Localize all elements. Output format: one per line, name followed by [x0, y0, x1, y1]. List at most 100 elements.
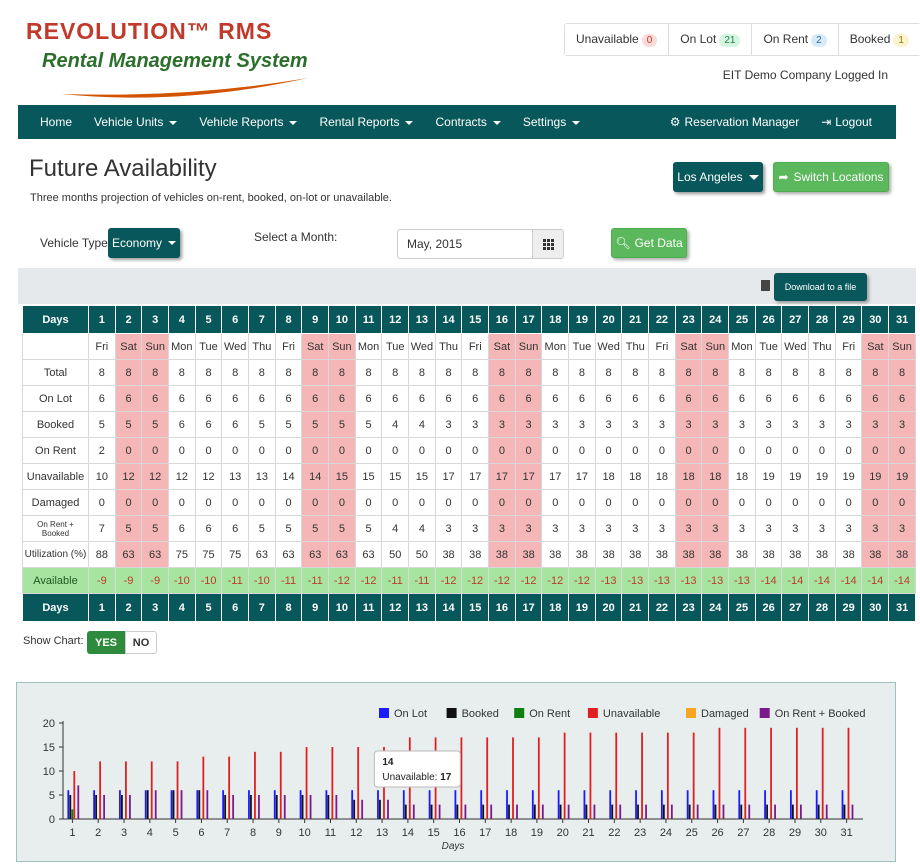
value-cell: 3 — [461, 515, 490, 542]
value-cell: 38 — [461, 541, 490, 568]
day-number-cell: 28 — [808, 593, 836, 622]
nav-vehicle-units[interactable]: Vehicle Units — [83, 115, 188, 129]
value-cell: 17 — [488, 463, 516, 490]
row-label-cell: On Rent + Booked — [22, 515, 89, 542]
month-label: Select a Month: — [254, 230, 338, 244]
nav-contracts[interactable]: Contracts — [424, 115, 511, 129]
bar-booked — [224, 795, 227, 819]
bar-unavailable — [641, 732, 643, 819]
value-cell: 8 — [408, 359, 436, 386]
day-number-cell: 12 — [381, 305, 410, 334]
value-cell: 8 — [434, 359, 463, 386]
nav-vehicle-units-label: Vehicle Units — [94, 115, 164, 129]
weekday-cell: Sat — [674, 333, 703, 360]
value-cell: 18 — [648, 463, 676, 490]
x-tick-label: 9 — [276, 827, 282, 839]
legend-label: Unavailable — [603, 708, 660, 720]
status-on-rent[interactable]: On Rent 2 — [752, 24, 839, 55]
get-data-label: Get Data — [634, 236, 683, 250]
bar-unavailable — [279, 751, 282, 819]
value-cell: 12 — [194, 463, 223, 490]
nav-rental-reports[interactable]: Rental Reports — [308, 115, 424, 129]
value-cell: 6 — [568, 385, 596, 412]
vehicle-type-dropdown[interactable]: Economy — [108, 228, 180, 258]
day-number-cell: 22 — [648, 593, 676, 622]
logout-icon: ⇥ — [821, 115, 832, 129]
show-chart-yes-toggle[interactable]: YES — [87, 631, 125, 654]
tooltip-label: Unavailable: 17 — [382, 772, 451, 783]
logged-in-text: EIT Demo Company Logged In — [722, 68, 888, 82]
value-cell: 3 — [568, 411, 596, 438]
value-cell: 38 — [861, 541, 890, 568]
value-cell: 38 — [648, 541, 676, 568]
nav-settings[interactable]: Settings — [512, 115, 591, 129]
bar-on-rent-booked — [309, 795, 312, 819]
bar-on-lot — [480, 790, 483, 819]
value-cell: 75 — [194, 541, 223, 568]
table-header-row: Days 1 2 3 4 5 6 7 8 9 10 11 12 13 14 15 16 17 18 19 20 21 22 2… — [22, 305, 916, 334]
value-cell: 6 — [354, 385, 383, 412]
tooltip-value: 17 — [440, 772, 452, 783]
status-unavailable[interactable]: Unavailable 0 — [565, 24, 670, 55]
x-tick-label: 6 — [198, 827, 204, 839]
value-cell: 38 — [594, 541, 623, 568]
available-value-cell: -12 — [541, 567, 570, 594]
nav-home[interactable]: Home — [18, 115, 83, 129]
value-cell: 5 — [141, 515, 170, 542]
bar-booked — [585, 804, 588, 819]
weekday-cell: Mon — [354, 333, 383, 360]
day-number-cell: 9 — [301, 593, 330, 622]
value-cell: 63 — [248, 541, 276, 568]
weekday-cell: Sat — [301, 333, 330, 360]
value-cell: 0 — [781, 437, 810, 464]
available-value-cell: -11 — [221, 567, 250, 594]
legend-label: On Lot — [394, 708, 427, 720]
value-cell: 0 — [621, 437, 650, 464]
x-tick-label: 12 — [350, 827, 362, 839]
table-row: Unavailable 10 12 12 12 12 13 13 14 14 15 15 15 15 17 1… — [22, 463, 916, 490]
available-value-cell: -12 — [568, 567, 596, 594]
day-number-cell: 6 — [221, 593, 250, 622]
nav-reservation-manager[interactable]: ⚙ Reservation Manager — [648, 115, 811, 129]
status-on-lot[interactable]: On Lot 21 — [669, 24, 753, 55]
month-input[interactable]: May, 2015 — [397, 229, 533, 259]
value-cell: 8 — [301, 359, 330, 386]
available-value-cell: -12 — [461, 567, 490, 594]
bar-booked — [714, 804, 717, 819]
weekday-cell: Mon — [168, 333, 196, 360]
table-row: On Rent + Booked 7 5 5 6 6 6 5 5 5 5 5 4 4 3 3 3 3 3 3 3 3 3 3 3… — [22, 515, 916, 542]
value-cell: 38 — [701, 541, 730, 568]
weekday-cell: Wed — [221, 333, 250, 360]
table-row: On Lot 6 6 6 6 6 6 6 6 6 6 6 6 6 6 6 6 6 6 6 6 6 6 6 6 6 6 6 6 6 6 6 — [22, 385, 916, 412]
download-file-button[interactable]: Download to a file — [774, 273, 867, 301]
value-cell: 0 — [701, 437, 730, 464]
legend-swatch — [759, 708, 770, 718]
value-cell: 6 — [488, 385, 516, 412]
switch-locations-button[interactable]: ➦ Switch Locations — [773, 162, 889, 192]
bar-on-rent-booked — [361, 799, 364, 819]
row-label-cell: On Lot — [22, 385, 89, 412]
nav-logout[interactable]: ⇥ Logout — [810, 115, 896, 129]
bar-unavailable — [305, 747, 308, 819]
weekday-cell: Fri — [834, 333, 863, 360]
value-cell: 19 — [754, 463, 783, 490]
value-cell: 3 — [834, 515, 863, 542]
nav-vehicle-reports[interactable]: Vehicle Reports — [188, 115, 308, 129]
get-data-button[interactable]: 🔍︎ Get Data — [611, 228, 687, 258]
y-tick-label: 20 — [43, 718, 55, 730]
value-cell: 3 — [674, 515, 703, 542]
value-cell: 0 — [514, 437, 543, 464]
value-cell: 8 — [88, 359, 116, 386]
calendar-button[interactable] — [532, 229, 564, 259]
x-tick-label: 21 — [582, 827, 594, 839]
day-number-cell: 5 — [194, 305, 223, 334]
page-title: Future Availability — [29, 155, 217, 182]
day-number-cell: 10 — [328, 593, 356, 622]
location-dropdown-button[interactable]: Los Angeles — [673, 162, 763, 192]
row-label-cell: Utilization (%) — [22, 541, 89, 568]
show-chart-no-toggle[interactable]: NO — [125, 631, 157, 654]
day-number-cell: 1 — [88, 305, 116, 334]
day-number-cell: 10 — [328, 305, 356, 334]
status-booked[interactable]: Booked 1 — [838, 24, 920, 55]
day-number-cell: 4 — [168, 593, 196, 622]
